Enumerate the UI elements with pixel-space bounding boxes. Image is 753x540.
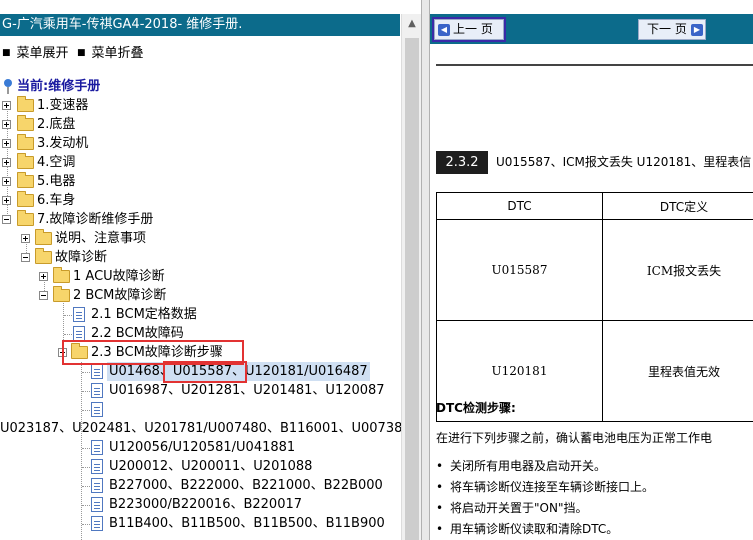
toc-tree: 当前:维修手册 1.变速器 2.底盘 3.发动机 4.空调 5.电器 6.车身 …	[0, 76, 401, 540]
pane-splitter[interactable]	[421, 0, 430, 540]
folder-icon	[17, 115, 34, 131]
tree-item-dtc-group-4[interactable]: U120056/U120581/U041881	[0, 438, 401, 457]
bullet-icon: •	[436, 480, 444, 494]
tree-item-notes[interactable]: 说明、注意事项	[0, 229, 401, 248]
bullet-icon: •	[436, 522, 444, 536]
folder-icon	[17, 134, 34, 150]
content-pane: ◀ 上一 页 下一 页 ▶ 2.3.2 U015587、ICM报文丢失 U120…	[430, 0, 753, 540]
arrow-right-icon: ▶	[691, 24, 703, 36]
tree-item-air-conditioning[interactable]: 4.空调	[0, 153, 401, 172]
tree-item-bcm[interactable]: 2 BCM故障诊断	[0, 286, 401, 305]
bullet-icon: •	[436, 501, 444, 515]
table-header-row: DTC DTC定义	[436, 192, 753, 220]
section-title: U015587、ICM报文丢失 U120181、里程表信	[496, 155, 752, 169]
steps-intro: 在进行下列步骤之前，确认蓄电池电压为正常工作电	[436, 431, 713, 445]
dtc-definition-cell: ICM报文丢失	[602, 219, 753, 321]
document-icon	[73, 307, 85, 322]
tree-item-body[interactable]: 6.车身	[0, 191, 401, 210]
folder-icon	[17, 96, 34, 112]
tree-item-diagnostics-manual[interactable]: 7.故障诊断维修手册	[0, 210, 401, 229]
list-item: • 将车辆诊断仪连接至车辆诊断接口上。	[436, 480, 655, 494]
prev-page-button[interactable]: ◀ 上一 页	[432, 17, 506, 42]
scroll-thumb[interactable]	[405, 38, 419, 540]
tree-item-dtc-group-2[interactable]: U016987、U201281、U201481、U120087	[0, 381, 401, 400]
folder-open-icon	[71, 343, 88, 359]
expand-toggle-icon[interactable]	[2, 196, 11, 205]
expand-toggle-icon[interactable]	[39, 272, 48, 281]
tree-item-acu[interactable]: 1 ACU故障诊断	[0, 267, 401, 286]
document-icon	[91, 516, 103, 531]
expand-toggle-icon[interactable]	[2, 120, 11, 129]
document-icon	[91, 440, 103, 455]
list-item: • 关闭所有用电器及启动开关。	[436, 459, 607, 473]
expand-toggle-icon[interactable]	[2, 177, 11, 186]
tree-item-bcm-dtc[interactable]: 2.2 BCM故障码	[0, 324, 401, 343]
collapse-menu-button[interactable]: ■ 菜单折叠	[77, 42, 144, 61]
document-icon	[91, 459, 103, 474]
tree-item-dtc-group-8[interactable]: B11B400、B11B500、B11B500、B11B900	[0, 514, 401, 533]
collapse-toggle-icon[interactable]	[21, 253, 30, 262]
table-row: U015587 ICM报文丢失	[436, 219, 753, 321]
folder-open-icon	[35, 248, 52, 264]
square-icon: ■	[2, 48, 11, 58]
steps-list: • 关闭所有用电器及启动开关。 • 将车辆诊断仪连接至车辆诊断接口上。 • 将启动开关…	[436, 457, 654, 540]
header-rule	[436, 64, 753, 66]
folder-icon	[17, 172, 34, 188]
bullet-icon: •	[436, 459, 444, 473]
list-item: • 将启动开关置于"ON"挡。	[436, 501, 588, 515]
dtc-definition-cell: 里程表值无效	[602, 320, 753, 422]
folder-open-icon	[17, 210, 34, 226]
page-nav-bar: ◀ 上一 页 下一 页 ▶	[430, 14, 753, 44]
tree-item-dtc-group-5[interactable]: U200012、U200011、U201088	[0, 457, 401, 476]
column-header-definition: DTC定义	[602, 192, 753, 220]
tree-item-bcm-freeze-data[interactable]: 2.1 BCM定格数据	[0, 305, 401, 324]
tree-item-dtc-group-7[interactable]: B223000/B220016、B220017	[0, 495, 401, 514]
collapse-toggle-icon[interactable]	[2, 215, 11, 224]
scroll-up-icon[interactable]: ▲	[402, 14, 422, 34]
folder-icon	[17, 153, 34, 169]
tree-item-transmission[interactable]: 1.变速器	[0, 96, 401, 115]
tree-item-electrical[interactable]: 5.电器	[0, 172, 401, 191]
expand-menu-button[interactable]: ■ 菜单展开	[2, 42, 69, 61]
dtc-table: DTC DTC定义 U015587 ICM报文丢失 U120181 里程表值无效	[436, 192, 753, 422]
document-icon	[91, 497, 103, 512]
tree-item-dtc-group-3-text[interactable]: U023187、U202481、U201781/U007480、B116001、…	[0, 419, 401, 438]
tree-item-bcm-steps[interactable]: 2.3 BCM故障诊断步骤	[0, 343, 401, 362]
expand-toggle-icon[interactable]	[2, 139, 11, 148]
square-icon: ■	[77, 48, 86, 58]
folder-icon	[53, 267, 70, 283]
tree-root[interactable]: 当前:维修手册	[0, 77, 401, 96]
steps-heading: DTC检测步骤:	[436, 401, 516, 415]
tree-item-fault-diagnosis[interactable]: 故障诊断	[0, 248, 401, 267]
expand-toggle-icon[interactable]	[21, 234, 30, 243]
tree-item-dtc-group-1[interactable]: U01468、U015587、U120181/U016487	[0, 362, 401, 381]
column-header-dtc: DTC	[436, 192, 603, 220]
expand-toggle-icon[interactable]	[2, 101, 11, 110]
app-window: G-广汽乘用车-传祺GA4-2018- 维修手册. ■菜单展开 ■菜单折叠	[0, 0, 753, 540]
collapse-toggle-icon[interactable]	[58, 348, 67, 357]
collapse-toggle-icon[interactable]	[39, 291, 48, 300]
dtc-code-cell: U015587	[436, 219, 603, 321]
folder-icon	[35, 229, 52, 245]
section-number: 2.3.2	[436, 151, 488, 174]
folder-icon	[17, 191, 34, 207]
manual-title: G-广汽乘用车-传祺GA4-2018- 维修手册.	[0, 14, 400, 36]
globe-pin-icon	[2, 79, 13, 94]
document-icon	[91, 478, 103, 493]
left-pane: G-广汽乘用车-传祺GA4-2018- 维修手册. ■菜单展开 ■菜单折叠	[0, 0, 422, 540]
document-icon	[73, 326, 85, 341]
tree-item-engine[interactable]: 3.发动机	[0, 134, 401, 153]
left-scrollbar[interactable]: ▲	[401, 14, 422, 540]
tree-item-dtc-group-6[interactable]: B227000、B222000、B221000、B22B000	[0, 476, 401, 495]
expand-toggle-icon[interactable]	[2, 158, 11, 167]
arrow-left-icon: ◀	[438, 24, 450, 36]
document-icon	[91, 383, 103, 398]
document-icon	[91, 364, 103, 379]
list-item: • 用车辆诊断仪读取和清除DTC。	[436, 522, 619, 536]
tree-item-chassis[interactable]: 2.底盘	[0, 115, 401, 134]
document-icon	[91, 402, 103, 417]
next-page-button[interactable]: 下一 页 ▶	[638, 19, 706, 40]
tree-item-dtc-group-3[interactable]	[0, 400, 401, 419]
folder-open-icon	[53, 286, 70, 302]
